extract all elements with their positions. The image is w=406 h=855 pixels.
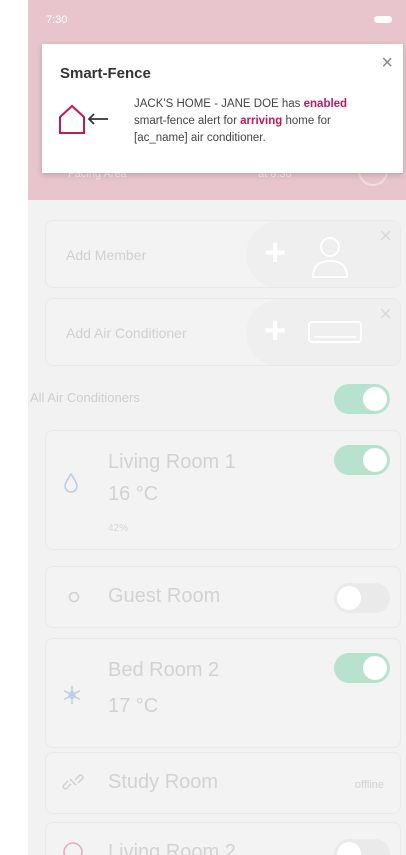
message-highlight-enabled: enabled xyxy=(303,98,348,110)
notification-title: Smart-Fence xyxy=(60,65,151,82)
message-highlight-arriving: arriving xyxy=(240,115,283,127)
notification-message: JACK'S HOME - JANE DOE has enabled smart… xyxy=(134,96,374,147)
message-part: JACK'S HOME - JANE DOE has xyxy=(134,98,304,110)
phone-screen: 7:30 Facing Area at 8:30 Add Member + × … xyxy=(28,0,406,855)
home-arriving-icon xyxy=(59,104,108,134)
smart-fence-notification[interactable]: Smart-Fence × JACK'S HOME - JANE DOE has… xyxy=(42,44,403,173)
close-icon[interactable]: × xyxy=(381,52,393,75)
message-part: smart-fence alert for xyxy=(134,115,241,127)
